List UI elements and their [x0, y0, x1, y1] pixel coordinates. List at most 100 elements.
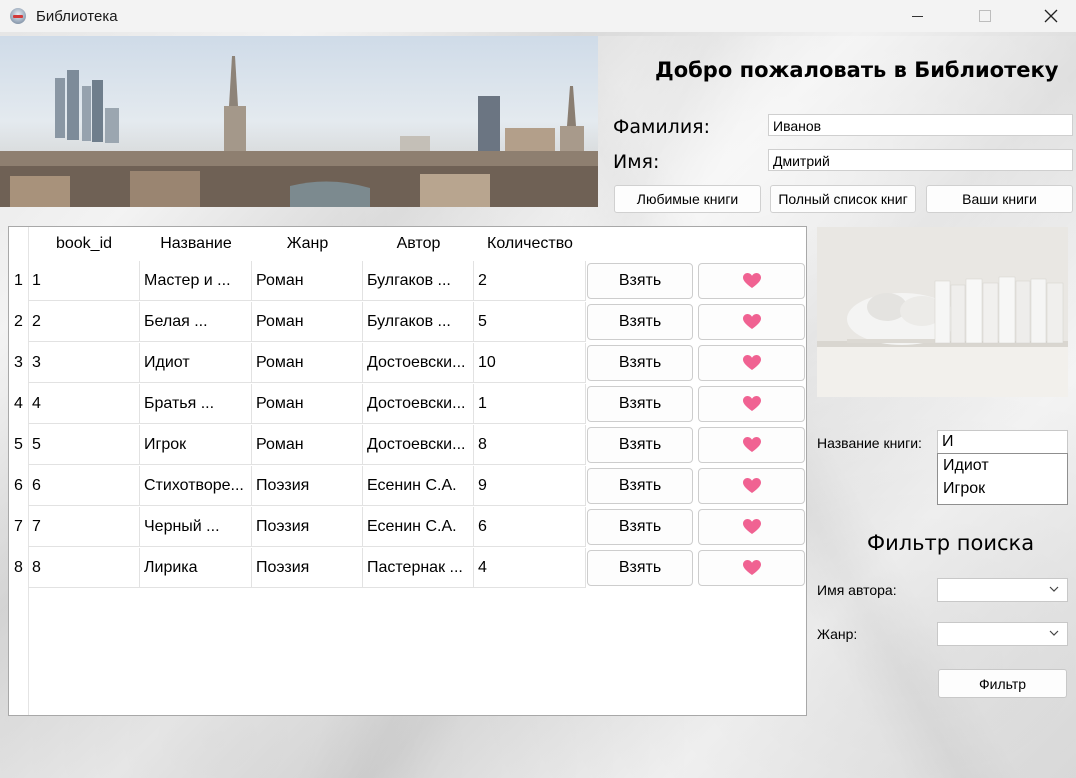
search-suggestions-dropdown: Идиот Игрок [937, 453, 1068, 505]
favorite-book-button[interactable] [698, 550, 805, 586]
column-header[interactable]: Количество [474, 227, 586, 261]
cell-genre[interactable]: Роман [252, 343, 363, 383]
row-number[interactable]: 8 [9, 548, 28, 588]
window-titlebar: Библиотека [0, 0, 1076, 32]
bookshelf-illustration [817, 227, 1068, 397]
filter-button[interactable]: Фильтр [938, 669, 1067, 698]
author-name-select[interactable] [937, 578, 1068, 602]
welcome-heading: Добро пожаловать в Библиотеку [655, 58, 1059, 82]
book-title-search-input[interactable]: И [937, 430, 1068, 454]
favorite-book-button[interactable] [698, 345, 805, 381]
bookshelf-image [817, 227, 1068, 397]
maximize-icon [979, 10, 991, 22]
cell-genre[interactable]: Поэзия [252, 548, 363, 588]
column-header[interactable]: Автор [363, 227, 474, 261]
your-books-button[interactable]: Ваши книги [926, 185, 1073, 213]
cell-book-id[interactable]: 4 [28, 384, 140, 424]
cell-genre[interactable]: Роман [252, 384, 363, 424]
take-book-button[interactable]: Взять [587, 263, 693, 299]
cell-title[interactable]: Белая ... [140, 302, 252, 342]
take-book-button[interactable]: Взять [587, 427, 693, 463]
filter-title: Фильтр поиска [867, 531, 1035, 555]
heart-icon [742, 437, 761, 452]
cell-book-id[interactable]: 6 [28, 466, 140, 506]
cell-title[interactable]: Лирика [140, 548, 252, 588]
take-book-button[interactable]: Взять [587, 468, 693, 504]
take-book-button[interactable]: Взять [587, 550, 693, 586]
surname-field[interactable]: Иванов [768, 114, 1073, 136]
cell-quantity[interactable]: 10 [474, 343, 586, 383]
favorite-book-button[interactable] [698, 386, 805, 422]
cell-book-id[interactable]: 7 [28, 507, 140, 547]
cell-book-id[interactable]: 1 [28, 261, 140, 301]
cell-quantity[interactable]: 4 [474, 548, 586, 588]
cell-quantity[interactable]: 6 [474, 507, 586, 547]
minimize-button[interactable] [894, 0, 940, 32]
cell-title[interactable]: Стихотворе... [140, 466, 252, 506]
take-book-button[interactable]: Взять [587, 509, 693, 545]
close-icon [1044, 9, 1058, 23]
row-number[interactable]: 7 [9, 507, 28, 547]
cell-title[interactable]: Мастер и ... [140, 261, 252, 301]
favorite-books-button[interactable]: Любимые книги [614, 185, 761, 213]
cell-title[interactable]: Черный ... [140, 507, 252, 547]
cell-genre[interactable]: Поэзия [252, 466, 363, 506]
cell-author[interactable]: Достоевски... [363, 343, 474, 383]
suggestion-item[interactable]: Игрок [938, 477, 1067, 500]
cell-quantity[interactable]: 9 [474, 466, 586, 506]
cell-author[interactable]: Есенин С.А. [363, 466, 474, 506]
column-header[interactable]: Название [140, 227, 252, 261]
cell-quantity[interactable]: 2 [474, 261, 586, 301]
column-header[interactable]: Жанр [252, 227, 363, 261]
cell-quantity[interactable]: 8 [474, 425, 586, 465]
name-field[interactable]: Дмитрий [768, 149, 1073, 171]
row-number[interactable]: 4 [9, 384, 28, 424]
row-number[interactable]: 5 [9, 425, 28, 465]
suggestion-item[interactable]: Идиот [938, 454, 1067, 477]
author-name-label: Имя автора: [817, 582, 897, 598]
cell-author[interactable]: Достоевски... [363, 384, 474, 424]
favorite-book-button[interactable] [698, 468, 805, 504]
cell-genre[interactable]: Роман [252, 261, 363, 301]
heart-icon [742, 560, 761, 575]
cell-genre[interactable]: Поэзия [252, 507, 363, 547]
heart-icon [742, 273, 761, 288]
row-number[interactable]: 6 [9, 466, 28, 506]
cell-book-id[interactable]: 5 [28, 425, 140, 465]
close-button[interactable] [1028, 0, 1074, 32]
cell-title[interactable]: Игрок [140, 425, 252, 465]
favorite-book-button[interactable] [698, 509, 805, 545]
column-header[interactable]: book_id [28, 227, 140, 261]
cell-quantity[interactable]: 5 [474, 302, 586, 342]
cell-title[interactable]: Братья ... [140, 384, 252, 424]
row-number[interactable]: 3 [9, 343, 28, 383]
row-number[interactable]: 1 [9, 261, 28, 301]
cell-book-id[interactable]: 3 [28, 343, 140, 383]
cell-author[interactable]: Булгаков ... [363, 261, 474, 301]
cell-genre[interactable]: Роман [252, 302, 363, 342]
heart-icon [742, 478, 761, 493]
cell-genre[interactable]: Роман [252, 425, 363, 465]
take-book-button[interactable]: Взять [587, 386, 693, 422]
cell-author[interactable]: Булгаков ... [363, 302, 474, 342]
favorite-book-button[interactable] [698, 304, 805, 340]
full-book-list-button[interactable]: Полный список книг [770, 185, 916, 213]
cell-quantity[interactable]: 1 [474, 384, 586, 424]
genre-select[interactable] [937, 622, 1068, 646]
window-title: Библиотека [36, 7, 118, 25]
cell-author[interactable]: Достоевски... [363, 425, 474, 465]
favorite-book-button[interactable] [698, 263, 805, 299]
cell-author[interactable]: Пастернак ... [363, 548, 474, 588]
row-number[interactable]: 2 [9, 302, 28, 342]
cell-author[interactable]: Есенин С.А. [363, 507, 474, 547]
city-skyline-illustration [0, 36, 598, 207]
take-book-button[interactable]: Взять [587, 345, 693, 381]
maximize-button[interactable] [962, 0, 1008, 32]
take-book-button[interactable]: Взять [587, 304, 693, 340]
cell-title[interactable]: Идиот [140, 343, 252, 383]
favorite-book-button[interactable] [698, 427, 805, 463]
cell-book-id[interactable]: 2 [28, 302, 140, 342]
cell-book-id[interactable]: 8 [28, 548, 140, 588]
heart-icon [742, 314, 761, 329]
heart-icon [742, 519, 761, 534]
